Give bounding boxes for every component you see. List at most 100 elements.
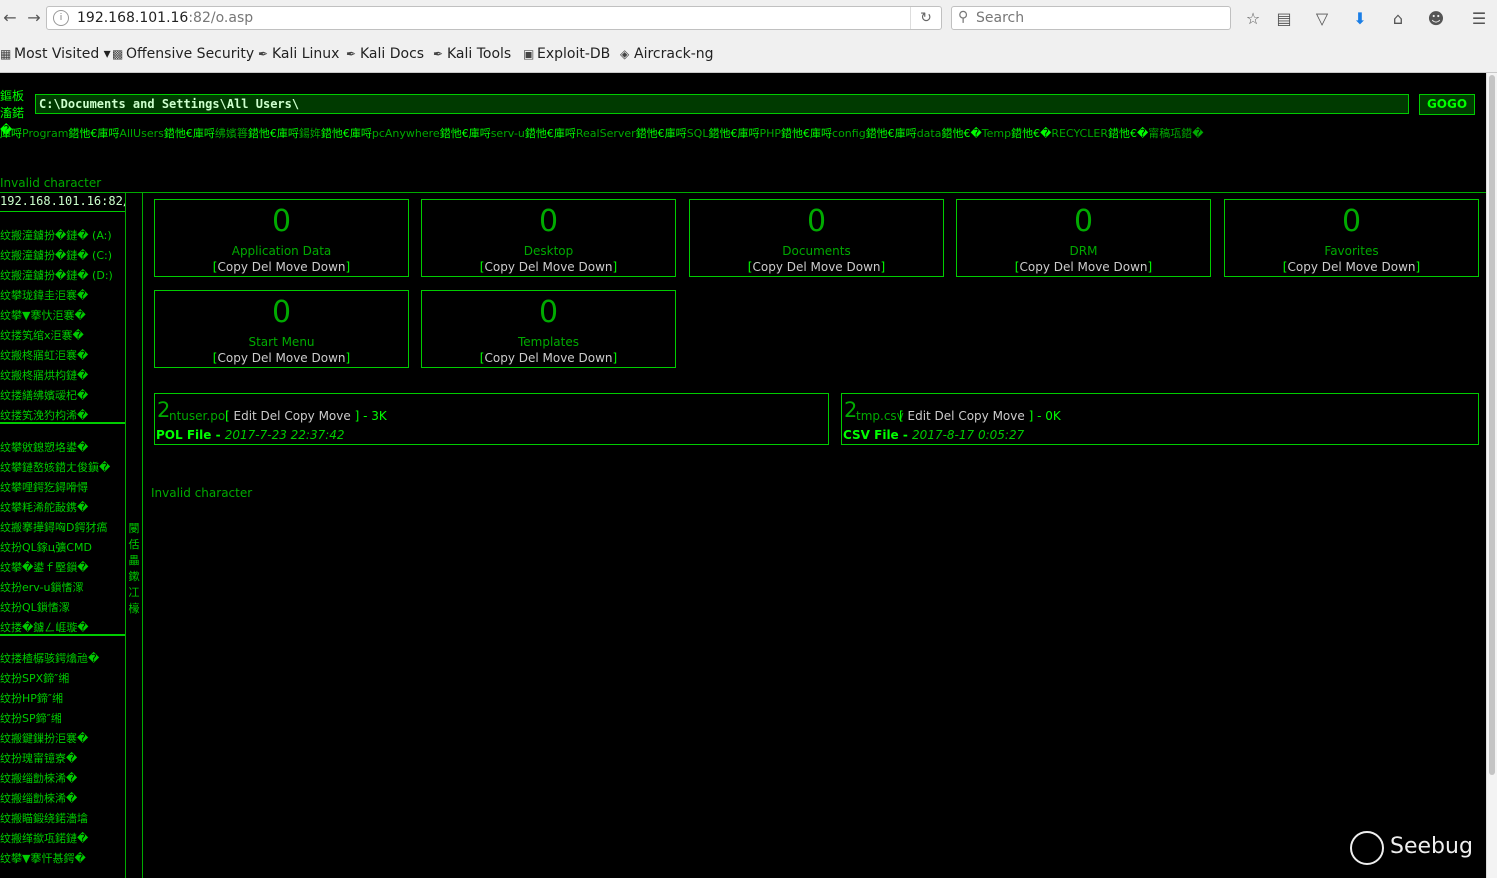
sidebar-link[interactable]: 纹搂楂樼骇鍔熻兘� [0,650,99,666]
quick-link[interactable]: SQL [687,127,709,140]
folder-action-links[interactable]: Copy Del Move Down [1019,260,1147,274]
quick-link[interactable]: Temp [982,127,1011,140]
sidebar-link[interactable]: 纹搬潼鐪扮�鏈� (A:) [0,227,112,243]
gogo-button[interactable]: GOGO [1419,94,1475,115]
reload-icon[interactable]: ↻ [910,7,941,29]
bookmark-exploit-db[interactable]: ▣ Exploit-DB [523,46,610,62]
pocket-icon[interactable]: ▽ [1311,8,1333,30]
folder-card[interactable]: 0 Favorites [Copy Del Move Down] [1224,199,1479,277]
bookmark-kali-linux[interactable]: ✒ Kali Linux [258,46,339,62]
scrollbar-thumb[interactable] [1489,75,1495,775]
bookmark-kali-docs[interactable]: ✒ Kali Docs [346,46,424,62]
sidebar-link[interactable]: 纹搂笂浼犳枃浠� [0,407,88,423]
folder-action-links[interactable]: Copy Del Move Down [484,260,612,274]
menu-icon[interactable]: ☰ [1468,8,1490,30]
folder-actions[interactable]: [Copy Del Move Down] [155,260,408,274]
sidebar-link[interactable]: 纹搂繕绋嬪叆杞� [0,387,88,403]
quick-link[interactable]: Program [22,127,68,140]
quick-link[interactable]: data [917,127,942,140]
folder-actions[interactable]: [Copy Del Move Down] [422,351,675,365]
sidebar-link[interactable]: 纹搬缁勯棶浠� [0,790,77,806]
sidebar-link[interactable]: 纹攀珑鍏圭洰褰� [0,287,88,303]
sidebar-link[interactable]: 纹搬鍵鏁扮洰褰� [0,730,88,746]
sidebar-link[interactable]: 纹搬缂撳瓨鍩鏈� [0,830,88,846]
bookmark-aircrack-ng[interactable]: ◈ Aircrack-ng [620,46,714,62]
sidebar-link[interactable]: 纹攀▼搴忓惎鍔� [0,850,86,866]
sidebar-link[interactable]: 纹攀敓鎴愬垎鍙� [0,439,88,455]
sidebar-link[interactable]: 纹扮HP鍗″缃 [0,690,63,706]
folder-action-links[interactable]: Copy Del Move Down [217,260,345,274]
sidebar-link[interactable]: 纹搬搴撶鐞哅D鍔犲瘑 [0,519,107,535]
folder-card[interactable]: 0 Templates [Copy Del Move Down] [421,290,676,368]
vertical-scrollbar[interactable] [1486,73,1497,878]
sidebar-link[interactable]: 纹搂笂绾х洰褰� [0,327,84,343]
file-name-link[interactable]: tmp.csv [856,409,904,423]
bookmark-offensive-security[interactable]: ▩ Offensive Security [112,46,254,62]
folder-action-links[interactable]: Copy Del Move Down [484,351,612,365]
quick-link[interactable]: 绋嬪簭 [215,127,248,140]
folder-card[interactable]: 0 Documents [Copy Del Move Down] [689,199,944,277]
bookmark-kali-tools[interactable]: ✒ Kali Tools [433,46,511,62]
folder-card[interactable]: 0 Desktop [Copy Del Move Down] [421,199,676,277]
quick-link[interactable]: 甯稿瓨鍣� [1148,127,1203,140]
folder-actions[interactable]: [Copy Del Move Down] [422,260,675,274]
search-input[interactable]: ⚲ Search [951,6,1231,30]
sidebar-link[interactable]: 纹攀粍浠舵敮鎸� [0,499,88,515]
quick-link[interactable]: PHP [759,127,781,140]
folder-card[interactable]: 0 DRM [Copy Del Move Down] [956,199,1211,277]
folder-action-links[interactable]: Copy Del Move Down [217,351,345,365]
quick-link[interactable]: pcAnywhere [372,127,440,140]
sidebar-link[interactable]: 纹攀▼搴忕洰褰� [0,307,86,323]
quick-link[interactable]: 鍚姩 [299,127,321,140]
sidebar-link[interactable]: 纹扮erv-u鎻愭潈 [0,579,83,595]
sidebar-link[interactable]: 纹攀鏈嶅姟鍣ㄤ俊鎭� [0,459,110,475]
file-action-links[interactable]: Edit Del Copy Move [908,409,1025,423]
bookmark-most-visited[interactable]: ▦ Most Visited ▾ [0,46,111,62]
quick-link[interactable]: RECYCLER [1051,127,1108,140]
sidebar-link[interactable]: 纹搂�鐪ㄥ崕璇� [0,619,89,635]
sidebar-link[interactable]: 纹搬潼鐪扮�鏈� (C:) [0,247,112,263]
folder-actions[interactable]: [Copy Del Move Down] [690,260,943,274]
sidebar-link[interactable]: 纹搬柊寤烘枃鏈� [0,367,88,383]
folder-name[interactable]: Application Data [155,244,408,258]
sidebar-link[interactable]: 纹扮SPX鍗″缃 [0,670,69,686]
folder-name[interactable]: Favorites [1225,244,1478,258]
back-icon[interactable]: ← [0,8,20,28]
folder-actions[interactable]: [Copy Del Move Down] [957,260,1210,274]
sidebar-link[interactable]: 纹搬潼鐪扮�鏈� (D:) [0,267,113,283]
sidebar-link[interactable]: 纹攀�鍙ｆ壂鎻� [0,559,89,575]
quick-link[interactable]: AllUsers [119,127,163,140]
sidebar-url-field[interactable]: 192.168.101.16:82/o.asp [0,193,125,212]
folder-name[interactable]: Desktop [422,244,675,258]
reading-list-icon[interactable]: ▤ [1273,8,1295,30]
sidebar-link[interactable]: 纹搬柊寤虹洰褰� [0,347,88,363]
folder-card[interactable]: 0 Start Menu [Copy Del Move Down] [154,290,409,368]
info-icon[interactable]: i [53,10,69,26]
sidebar-link[interactable]: 纹攀哩鍔犵鐞嗗憳 [0,479,88,495]
quick-link[interactable]: RealServer [576,127,636,140]
quick-link[interactable]: serv-u [491,127,525,140]
sidebar-link[interactable]: 纹搬瞄鍛绕鍩濇墖 [0,810,88,826]
path-input[interactable]: C:\Documents and Settings\All Users\ [35,94,1409,114]
folder-name[interactable]: Templates [422,335,675,349]
folder-action-links[interactable]: Copy Del Move Down [752,260,880,274]
lock-permission-link[interactable]: 閿佸畾 鏉冮檺 [127,521,141,617]
sidebar-link[interactable]: 纹扮QL鎵ц彍CMD [0,539,92,555]
quick-link[interactable]: config [832,127,866,140]
bookmark-star-icon[interactable]: ☆ [1242,8,1264,30]
folder-actions[interactable]: [Copy Del Move Down] [1225,260,1478,274]
file-name-link[interactable]: ntuser.pol [169,409,229,423]
sidebar-link[interactable]: 纹扮SP鍗″缃 [0,710,62,726]
sidebar-link[interactable]: 纹扮瑰甯镱寮� [0,750,77,766]
folder-name[interactable]: Start Menu [155,335,408,349]
chat-icon[interactable]: ☻ [1425,8,1447,30]
download-icon[interactable]: ⬇ [1349,8,1371,30]
sidebar-link[interactable]: 纹搬缁勯棶浠� [0,770,77,786]
file-action-links[interactable]: Edit Del Copy Move [234,409,351,423]
folder-name[interactable]: Documents [690,244,943,258]
folder-actions[interactable]: [Copy Del Move Down] [155,351,408,365]
folder-name[interactable]: DRM [957,244,1210,258]
forward-icon[interactable]: → [24,8,44,28]
folder-action-links[interactable]: Copy Del Move Down [1287,260,1415,274]
url-bar[interactable]: i 192.168.101.16:82/o.asp ↻ [46,6,942,30]
